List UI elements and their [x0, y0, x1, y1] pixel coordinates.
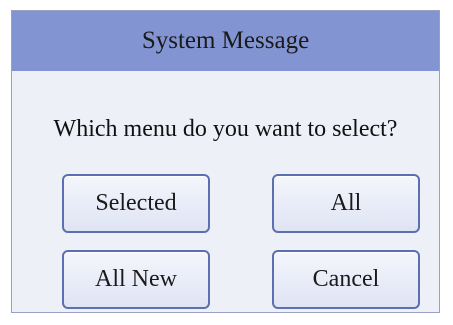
all-new-button[interactable]: All New [62, 250, 210, 309]
cancel-button[interactable]: Cancel [272, 250, 420, 309]
cancel-button-label: Cancel [312, 266, 380, 292]
selected-button[interactable]: Selected [62, 174, 210, 233]
all-button-label: All [330, 190, 362, 216]
dialog-title-bar: System Message [12, 11, 439, 71]
dialog-title: System Message [141, 27, 310, 54]
system-message-dialog: System Message Which menu do you want to… [11, 10, 440, 313]
dialog-prompt: Which menu do you want to select? [53, 116, 398, 142]
all-new-button-label: All New [95, 266, 177, 292]
selected-button-label: Selected [95, 190, 177, 216]
all-button[interactable]: All [272, 174, 420, 233]
